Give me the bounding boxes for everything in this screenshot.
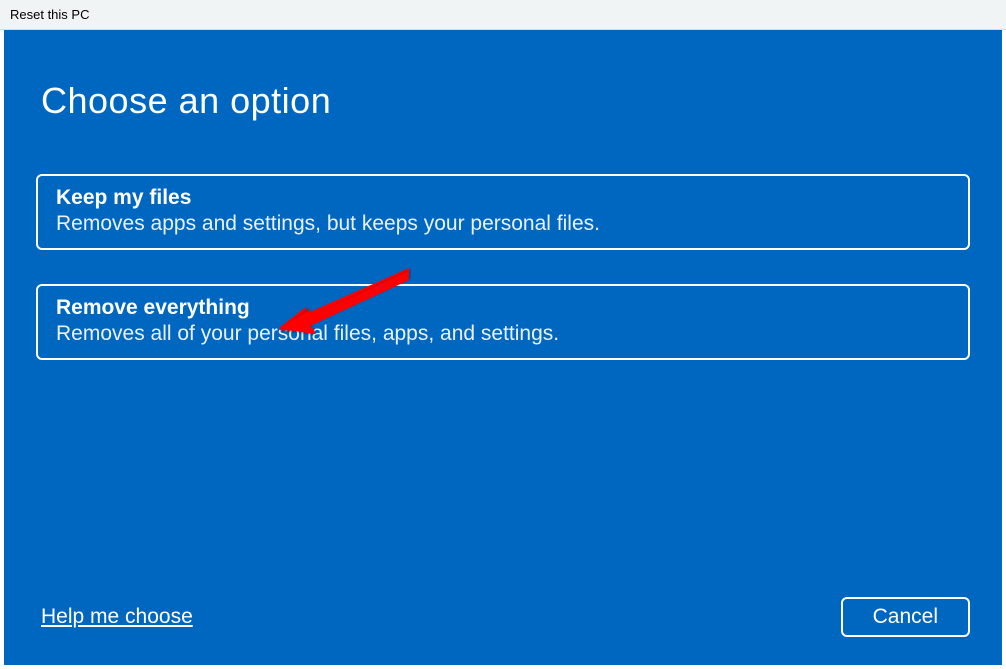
page-heading: Choose an option [41, 80, 970, 122]
spacer [36, 394, 970, 597]
option-keep-my-files[interactable]: Keep my files Removes apps and settings,… [36, 174, 970, 250]
window-title: Reset this PC [10, 7, 89, 22]
footer: Help me choose Cancel [36, 597, 970, 637]
option-description: Removes all of your personal files, apps… [56, 322, 950, 346]
help-me-choose-link[interactable]: Help me choose [41, 605, 193, 629]
option-description: Removes apps and settings, but keeps you… [56, 212, 950, 236]
option-remove-everything[interactable]: Remove everything Removes all of your pe… [36, 284, 970, 360]
option-title: Remove everything [56, 296, 950, 320]
cancel-button[interactable]: Cancel [841, 597, 970, 637]
option-title: Keep my files [56, 186, 950, 210]
main-panel: Choose an option Keep my files Removes a… [4, 30, 1002, 665]
titlebar: Reset this PC [0, 0, 1006, 30]
